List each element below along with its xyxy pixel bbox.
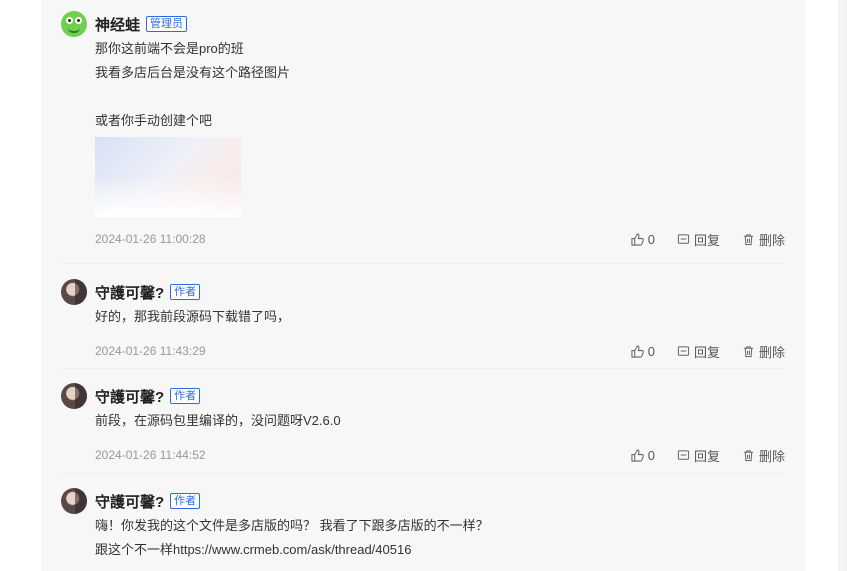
comment-header: 守護可馨? 作者	[61, 383, 785, 409]
scrollbar[interactable]	[838, 0, 847, 571]
like-count: 0	[647, 231, 655, 247]
comment-line: 嗨！你发我的这个文件是多店版的吗？ 我看了下跟多店版的不一样？	[95, 518, 489, 533]
like-button[interactable]: 0	[631, 344, 655, 359]
like-button[interactable]: 0	[631, 232, 655, 247]
comment-header: 神经蛙 管理员	[61, 11, 785, 37]
comment-icon	[677, 449, 690, 460]
role-badge: 作者	[170, 493, 201, 509]
avatar[interactable]	[61, 11, 87, 37]
comment-time: 2024-01-26 11:44:52	[95, 448, 206, 462]
scrollbar-thumb[interactable]	[839, 0, 846, 571]
delete-label: 删除	[758, 344, 785, 360]
avatar-eye	[66, 17, 73, 24]
author-name[interactable]: 守護可馨?	[95, 491, 164, 512]
comment-line	[95, 85, 785, 109]
reply-button[interactable]: 回复	[677, 342, 720, 361]
reply-button[interactable]: 回复	[677, 230, 720, 249]
role-badge: 管理员	[146, 16, 188, 32]
comment-header: 守護可馨? 作者	[61, 488, 785, 514]
delete-label: 删除	[758, 232, 785, 248]
comment-item: 守護可馨? 作者 前段，在源码包里编译的，没问题呀V2.6.0 2024-01-…	[61, 383, 785, 467]
like-count: 0	[647, 343, 655, 359]
avatar-mouth	[68, 28, 80, 33]
comment-line: 那你这前端不会是pro的班	[95, 41, 244, 56]
avatar[interactable]	[61, 383, 87, 409]
author-name[interactable]: 守護可馨?	[95, 282, 164, 303]
comment-line: 前段，在源码包里编译的，没问题呀V2.6.0	[95, 413, 341, 428]
comment-body: 好的，那我前段源码下载错了吗，	[95, 305, 785, 329]
comment-panel: 神经蛙 管理员 那你这前端不会是pro的班 我看多店后台是没有这个路径图片 或者…	[41, 0, 805, 571]
trash-icon	[743, 449, 754, 461]
comment-meta-row: 2024-01-26 11:00:28 0 回复 删除	[61, 227, 785, 251]
reply-label: 回复	[693, 232, 720, 248]
comment-time: 2024-01-26 11:00:28	[95, 232, 206, 246]
author-name[interactable]: 神经蛙	[95, 14, 140, 35]
comment-line: 跟这个不一样https://www.crmeb.com/ask/thread/4…	[95, 542, 412, 557]
comment-body: 那你这前端不会是pro的班 我看多店后台是没有这个路径图片 或者你手动创建个吧	[95, 37, 785, 217]
divider	[61, 263, 785, 264]
avatar[interactable]	[61, 279, 87, 305]
divider	[61, 473, 785, 474]
comment-time: 2024-01-26 11:43:29	[95, 344, 206, 358]
comment-item: 守護可馨? 作者 嗨！你发我的这个文件是多店版的吗？ 我看了下跟多店版的不一样？…	[61, 488, 785, 562]
reply-button[interactable]: 回复	[677, 446, 720, 465]
avatar-eye	[75, 17, 82, 24]
comment-item: 神经蛙 管理员 那你这前端不会是pro的班 我看多店后台是没有这个路径图片 或者…	[61, 11, 785, 217]
delete-button[interactable]: 删除	[742, 230, 785, 249]
attached-image[interactable]	[95, 137, 241, 217]
role-badge: 作者	[170, 388, 201, 404]
thumbs-up-icon	[631, 232, 644, 246]
role-badge: 作者	[170, 284, 201, 300]
trash-icon	[743, 233, 754, 245]
delete-button[interactable]: 删除	[742, 446, 785, 465]
reply-label: 回复	[693, 344, 720, 360]
comment-line: 我看多店后台是没有这个路径图片	[95, 65, 291, 80]
comment-line: 好的，那我前段源码下载错了吗，	[95, 309, 291, 324]
like-count: 0	[647, 447, 655, 463]
comment-body: 前段，在源码包里编译的，没问题呀V2.6.0	[95, 409, 785, 433]
comment-item: 守護可馨? 作者 好的，那我前段源码下载错了吗， 2024-01-26 11:4…	[61, 279, 785, 363]
reply-label: 回复	[693, 448, 720, 464]
author-name[interactable]: 守護可馨?	[95, 386, 164, 407]
divider	[61, 368, 785, 369]
trash-icon	[743, 345, 754, 357]
thumbs-up-icon	[631, 344, 644, 358]
delete-label: 删除	[758, 448, 785, 464]
delete-button[interactable]: 删除	[742, 342, 785, 361]
comment-header: 守護可馨? 作者	[61, 279, 785, 305]
like-button[interactable]: 0	[631, 448, 655, 463]
comment-line: 或者你手动创建个吧	[95, 113, 213, 128]
thumbs-up-icon	[631, 448, 644, 462]
avatar[interactable]	[61, 488, 87, 514]
comment-body: 嗨！你发我的这个文件是多店版的吗？ 我看了下跟多店版的不一样？ 跟这个不一样ht…	[95, 514, 785, 562]
comment-icon	[677, 345, 690, 356]
comment-icon	[677, 233, 690, 244]
